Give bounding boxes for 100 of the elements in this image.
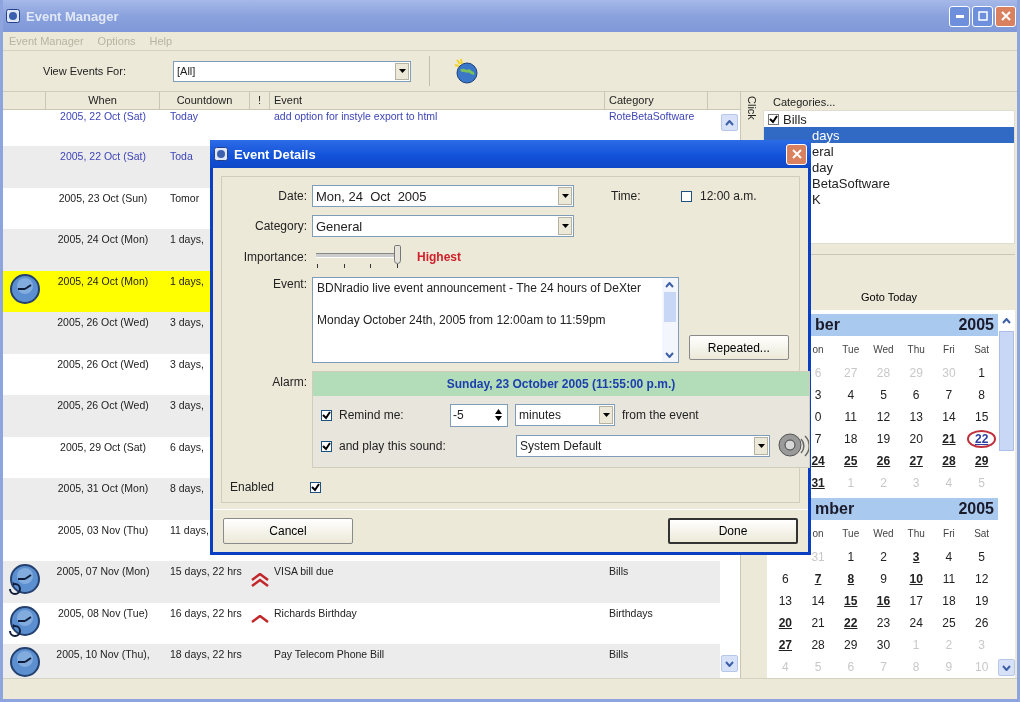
category-checkbox[interactable] bbox=[768, 113, 779, 125]
calendar-day[interactable]: 2 bbox=[880, 550, 887, 564]
calendar-day[interactable]: 8 bbox=[847, 572, 855, 586]
close-button[interactable] bbox=[995, 5, 1016, 27]
maximize-button[interactable] bbox=[972, 5, 993, 27]
calendar-day[interactable]: 8 bbox=[978, 388, 985, 402]
scrollbar[interactable] bbox=[661, 278, 678, 362]
calendar-day[interactable]: 21 bbox=[942, 432, 956, 446]
calendar-day[interactable]: 14 bbox=[811, 594, 825, 608]
calendar-day[interactable]: 24 bbox=[909, 616, 923, 630]
calendar-day[interactable]: 11 bbox=[942, 572, 956, 586]
repeated-button[interactable]: Repeated... bbox=[688, 335, 789, 360]
calendar-day[interactable]: 0 bbox=[814, 410, 822, 424]
calendar-day[interactable]: 26 bbox=[876, 454, 891, 468]
cancel-button[interactable]: Cancel bbox=[223, 518, 353, 544]
calendar-day[interactable]: 6 bbox=[782, 572, 789, 586]
scroll-up-icon bbox=[1002, 317, 1011, 324]
calendar-day[interactable]: 28 bbox=[942, 454, 956, 468]
enabled-checkbox[interactable] bbox=[310, 481, 321, 493]
calendar-day[interactable]: 13 bbox=[778, 594, 793, 608]
calendar-day[interactable]: 7 bbox=[814, 432, 822, 446]
side-tab[interactable]: Click bbox=[746, 96, 758, 120]
sound-dropdown[interactable]: System Default bbox=[516, 435, 770, 457]
calendar-day[interactable]: 25 bbox=[844, 454, 858, 468]
calendar-day[interactable]: 1 bbox=[847, 550, 855, 564]
calendar-day[interactable]: 31 bbox=[811, 476, 825, 490]
calendar-day[interactable]: 11 bbox=[844, 410, 857, 424]
calendar-day[interactable]: 22 bbox=[844, 616, 858, 630]
event-text-field[interactable]: BDNradio live event announcement - The 24 hours of DeXter Monday October 24th, 2005 from 12:00am to 11:59pm bbox=[312, 277, 679, 363]
calendar-day[interactable]: 15 bbox=[974, 410, 989, 424]
goto-today-button[interactable]: Goto Today bbox=[854, 290, 924, 304]
close-button[interactable] bbox=[786, 143, 807, 165]
minimize-icon bbox=[955, 14, 964, 18]
filter-dropdown[interactable]: [All] bbox=[173, 60, 411, 82]
calendar-day[interactable]: 28 bbox=[811, 638, 825, 652]
calendar-day[interactable]: 18 bbox=[844, 432, 858, 446]
calendar-day[interactable]: 12 bbox=[974, 572, 989, 586]
calendar-day[interactable]: 17 bbox=[909, 594, 923, 608]
calendar-day[interactable]: 4 bbox=[847, 388, 855, 402]
calendar-day[interactable]: 27 bbox=[909, 454, 923, 468]
column-header[interactable]: Event bbox=[270, 92, 605, 109]
when-cell-text: 2005, 31 Oct (Mon) bbox=[56, 481, 150, 496]
date-dropdown[interactable]: Mon, 24 Oct 2005 bbox=[312, 185, 574, 207]
calendar-day[interactable]: 16 bbox=[876, 594, 891, 608]
category-item[interactable]: Bills bbox=[764, 111, 1014, 128]
unit-dropdown[interactable]: minutes bbox=[515, 404, 615, 426]
scroll-up-button[interactable] bbox=[721, 114, 738, 131]
calendar-day[interactable]: 9 bbox=[880, 572, 887, 586]
category-dropdown[interactable]: General bbox=[312, 215, 574, 237]
calendar-day[interactable]: 19 bbox=[974, 594, 989, 608]
calendar-day[interactable]: 5 bbox=[880, 388, 887, 402]
calendar-day[interactable]: 4 bbox=[945, 550, 953, 564]
calendar-day[interactable]: 22 bbox=[966, 430, 997, 448]
calendar-day[interactable]: 3 bbox=[912, 550, 920, 564]
calendar-day[interactable]: 3 bbox=[814, 388, 822, 402]
column-header[interactable]: When bbox=[46, 92, 160, 109]
slider-thumb[interactable] bbox=[394, 245, 401, 264]
done-button[interactable]: Done bbox=[668, 518, 798, 544]
calendar-day[interactable]: 27 bbox=[778, 638, 793, 652]
calendar-day[interactable]: 10 bbox=[909, 572, 923, 586]
calendar-day[interactable]: 21 bbox=[811, 616, 825, 630]
category-item[interactable]: days bbox=[764, 127, 1014, 144]
column-header[interactable]: Countdown bbox=[160, 92, 250, 109]
calendar-day[interactable]: 18 bbox=[942, 594, 956, 608]
calendar-day[interactable]: 15 bbox=[844, 594, 858, 608]
when-cell-text: 2005, 10 Nov (Thu), bbox=[55, 647, 151, 662]
calendar-day[interactable]: 14 bbox=[942, 410, 956, 424]
calendar-day[interactable]: 26 bbox=[974, 616, 989, 630]
importance-slider[interactable] bbox=[314, 245, 402, 269]
column-header[interactable]: ! bbox=[250, 92, 270, 109]
calendar-day[interactable]: 25 bbox=[942, 616, 956, 630]
sound-checkbox[interactable] bbox=[321, 440, 332, 452]
calendar-day[interactable]: 7 bbox=[814, 572, 822, 586]
importance-value: Highest bbox=[417, 250, 461, 264]
calendar-day[interactable]: 24 bbox=[811, 454, 825, 468]
calendar-day[interactable]: 13 bbox=[909, 410, 923, 424]
calendar-day[interactable]: 6 bbox=[912, 388, 920, 402]
scrollbar-thumb[interactable] bbox=[999, 331, 1014, 451]
calendar-day[interactable]: 23 bbox=[876, 616, 891, 630]
column-header[interactable]: Category bbox=[605, 92, 708, 109]
calendar-day[interactable]: 19 bbox=[876, 432, 891, 446]
countdown-cell: 8 days, bbox=[170, 482, 204, 494]
event-row[interactable]: 2005, 10 Nov (Thu), 18 days, 22 hrs Pay Telecom Phone Bill Bills bbox=[3, 644, 720, 678]
minimize-button[interactable] bbox=[949, 5, 970, 27]
globe-icon[interactable] bbox=[452, 57, 480, 85]
calendar-day[interactable]: 29 bbox=[974, 454, 989, 468]
remind-checkbox[interactable] bbox=[321, 409, 332, 421]
calendar-day[interactable]: 20 bbox=[909, 432, 923, 446]
calendar-day[interactable]: 20 bbox=[778, 616, 793, 630]
calendar-day[interactable]: 5 bbox=[978, 550, 985, 564]
scroll-down-button[interactable] bbox=[998, 659, 1015, 676]
calendar-day[interactable]: 7 bbox=[945, 388, 953, 402]
event-row[interactable]: 2005, 07 Nov (Mon) 15 days, 22 hrs VISA bill due Bills bbox=[3, 561, 720, 603]
calendar-day[interactable]: 1 bbox=[978, 366, 985, 380]
scroll-down-button[interactable] bbox=[721, 655, 738, 672]
time-checkbox[interactable] bbox=[681, 190, 692, 202]
remind-spinner[interactable]: -5 bbox=[450, 403, 508, 427]
calendar-day[interactable]: 30 bbox=[876, 638, 891, 652]
calendar-day[interactable]: 29 bbox=[844, 638, 858, 652]
calendar-day[interactable]: 12 bbox=[876, 410, 891, 424]
